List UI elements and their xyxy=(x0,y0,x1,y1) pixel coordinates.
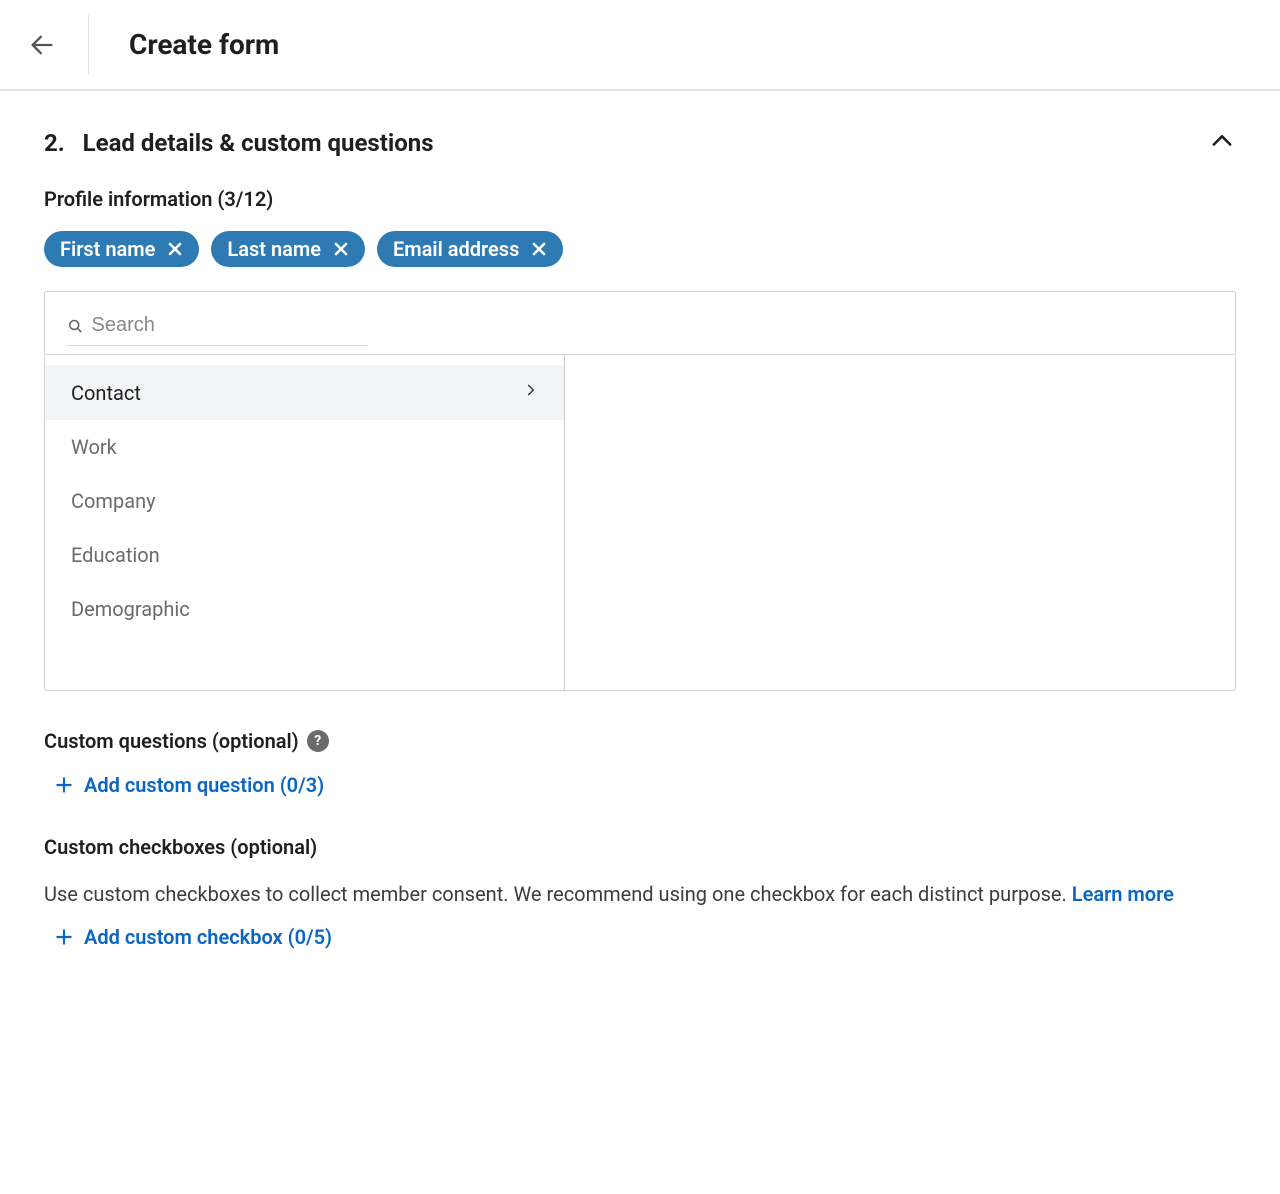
category-item-education[interactable]: Education xyxy=(45,528,564,582)
section-number: 2. xyxy=(44,129,65,157)
close-icon xyxy=(333,241,349,257)
chip-label: Last name xyxy=(227,237,321,261)
search-icon xyxy=(67,317,84,335)
content: 2. Lead details & custom questions Profi… xyxy=(0,90,1280,989)
category-item-demographic[interactable]: Demographic xyxy=(45,582,564,636)
category-detail xyxy=(565,355,1235,690)
chip-remove-button[interactable] xyxy=(531,241,547,257)
search-row xyxy=(67,310,367,346)
chip-last-name[interactable]: Last name xyxy=(211,231,365,267)
back-button[interactable] xyxy=(24,27,60,63)
category-label: Contact xyxy=(71,381,141,405)
chip-label: First name xyxy=(60,237,155,261)
category-item-company[interactable]: Company xyxy=(45,474,564,528)
profile-info-heading: Profile information (3/12) xyxy=(44,187,1236,211)
search-box xyxy=(44,291,1236,355)
custom-checkboxes-block: Custom checkboxes (optional) Use custom … xyxy=(44,835,1236,949)
page-title: Create form xyxy=(129,28,279,61)
plus-icon xyxy=(54,775,74,795)
page-header: Create form xyxy=(0,0,1280,90)
category-label: Demographic xyxy=(71,597,190,621)
custom-questions-block: Custom questions (optional) ? Add custom… xyxy=(44,729,1236,797)
custom-checkboxes-heading: Custom checkboxes (optional) xyxy=(44,835,1236,859)
section-title: 2. Lead details & custom questions xyxy=(44,129,434,157)
collapse-icon[interactable] xyxy=(1208,127,1236,159)
section-body: Profile information (3/12) First name La… xyxy=(0,187,1280,989)
search-input[interactable] xyxy=(92,310,367,341)
chip-remove-button[interactable] xyxy=(333,241,349,257)
custom-checkboxes-description-text: Use custom checkboxes to collect member … xyxy=(44,882,1072,906)
chip-remove-button[interactable] xyxy=(167,241,183,257)
chip-first-name[interactable]: First name xyxy=(44,231,199,267)
chip-row: First name Last name Email address xyxy=(44,231,1236,267)
custom-questions-heading: Custom questions (optional) ? xyxy=(44,729,1236,753)
arrow-left-icon xyxy=(28,31,56,59)
category-label: Work xyxy=(71,435,117,459)
chevron-right-icon xyxy=(524,380,538,405)
close-icon xyxy=(531,241,547,257)
header-divider xyxy=(88,15,89,75)
custom-questions-heading-text: Custom questions (optional) xyxy=(44,729,299,753)
category-item-work[interactable]: Work xyxy=(45,420,564,474)
section-header[interactable]: 2. Lead details & custom questions xyxy=(0,91,1280,187)
add-custom-checkbox-label: Add custom checkbox (0/5) xyxy=(84,925,332,949)
category-label: Company xyxy=(71,489,156,513)
section-title-text: Lead details & custom questions xyxy=(83,129,434,157)
add-custom-question-label: Add custom question (0/3) xyxy=(84,773,324,797)
category-item-contact[interactable]: Contact xyxy=(45,365,564,420)
custom-checkboxes-description: Use custom checkboxes to collect member … xyxy=(44,879,1236,909)
learn-more-link[interactable]: Learn more xyxy=(1072,882,1174,906)
close-icon xyxy=(167,241,183,257)
help-icon[interactable]: ? xyxy=(307,730,329,752)
chevron-up-icon xyxy=(1208,127,1236,155)
plus-icon xyxy=(54,927,74,947)
add-custom-checkbox-button[interactable]: Add custom checkbox (0/5) xyxy=(54,925,1236,949)
category-panel: Contact Work Company Education Demograph… xyxy=(44,355,1236,691)
add-custom-question-button[interactable]: Add custom question (0/3) xyxy=(54,773,1236,797)
chip-label: Email address xyxy=(393,237,519,261)
chip-email-address[interactable]: Email address xyxy=(377,231,563,267)
category-label: Education xyxy=(71,543,160,567)
category-list: Contact Work Company Education Demograph… xyxy=(45,355,565,690)
